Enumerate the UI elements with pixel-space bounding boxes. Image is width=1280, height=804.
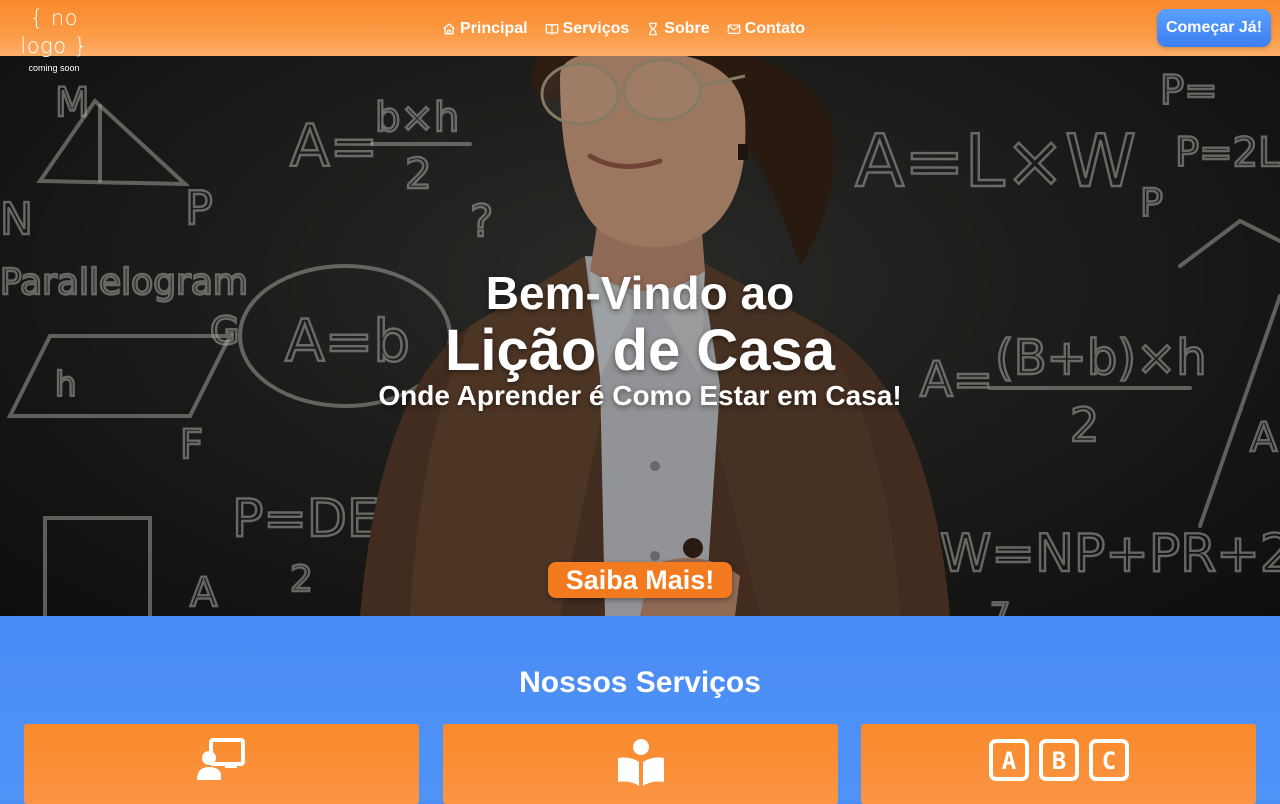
nav-item-servicos[interactable]: Serviços <box>545 20 630 38</box>
learn-more-button[interactable]: Saiba Mais! <box>548 562 732 598</box>
hero-tagline: Onde Aprender é Como Estar em Casa! <box>378 380 902 411</box>
logo-text: { no logo } <box>20 6 88 58</box>
nav-label-contato: Contato <box>744 20 806 37</box>
svg-text:A: A <box>1001 747 1016 775</box>
service-card-3[interactable]: A B C <box>861 724 1256 804</box>
logo[interactable]: { no logo } coming soon <box>6 4 102 73</box>
logo-subtext: coming soon <box>28 63 80 73</box>
abc-blocks-icon: A B C <box>988 739 1129 781</box>
nav-label-principal: Principal <box>460 20 528 37</box>
book-open-icon <box>545 24 558 35</box>
nav-item-contato[interactable]: Contato <box>727 20 805 38</box>
nav-label-sobre: Sobre <box>664 20 710 37</box>
hero-title: Lição de Casa <box>444 318 836 383</box>
services-section: Nossos Serviços A B C <box>0 616 1280 804</box>
teacher-board-icon <box>196 738 245 780</box>
svg-text:B: B <box>1051 747 1065 775</box>
get-started-button[interactable]: Começar Já! <box>1157 9 1271 47</box>
hero-section: M N P A= b×h 2 ? Parallelogram G h F A=b… <box>0 56 1280 616</box>
home-icon <box>443 23 455 35</box>
hourglass-icon <box>649 22 658 36</box>
service-card-2[interactable] <box>443 724 838 804</box>
nav-item-principal[interactable]: Principal <box>442 20 528 38</box>
reader-book-icon <box>617 739 664 786</box>
mail-icon <box>727 24 740 34</box>
services-title: Nossos Serviços <box>519 666 761 699</box>
main-nav: Principal Serviços Sobre Contato <box>442 17 822 41</box>
svg-text:C: C <box>1101 747 1115 775</box>
hero-welcome: Bem-Vindo ao <box>485 267 795 319</box>
site-header: { no logo } coming soon Principal Serviç… <box>0 0 1280 73</box>
nav-item-sobre[interactable]: Sobre <box>646 20 710 38</box>
service-card-1[interactable] <box>24 724 419 804</box>
nav-label-servicos: Serviços <box>562 20 630 37</box>
